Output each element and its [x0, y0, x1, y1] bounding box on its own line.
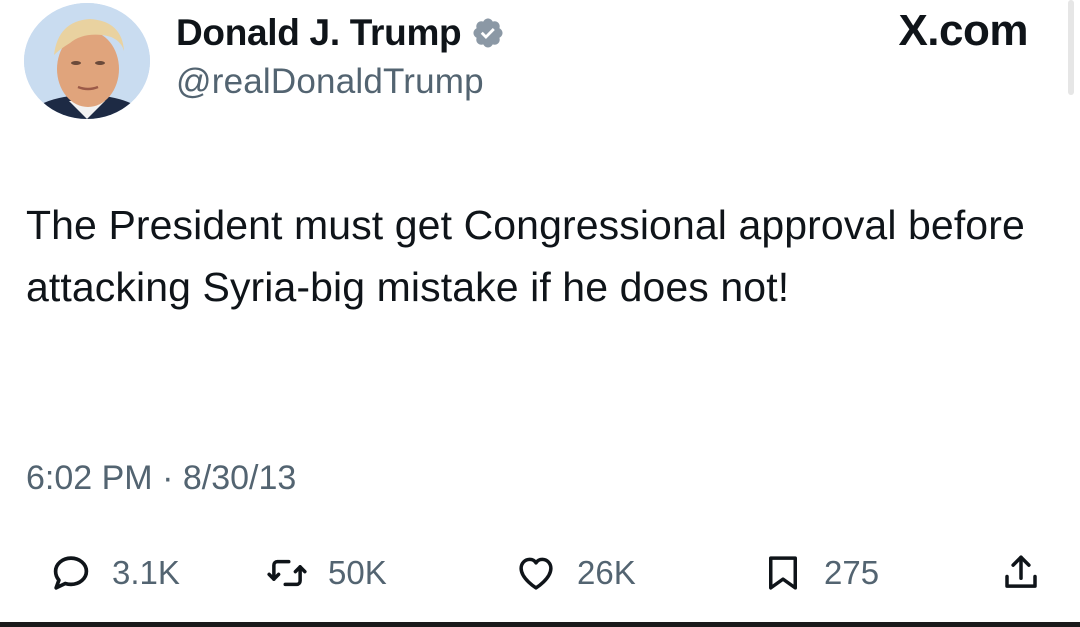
- heart-icon: [515, 552, 557, 594]
- tweet-date: 8/30/13: [182, 459, 297, 497]
- share-icon: [1000, 552, 1042, 594]
- bookmark-count: 275: [824, 554, 880, 591]
- tweet-time: 6:02 PM: [26, 459, 153, 497]
- bookmark-button[interactable]: 275: [762, 538, 879, 608]
- tweet-text: The President must get Congressional app…: [26, 202, 1025, 310]
- scrollbar[interactable]: [1068, 0, 1074, 95]
- meta-separator: ·: [162, 459, 174, 497]
- tweet-actions: 3.1K 50K 26K 275: [0, 538, 1080, 608]
- reply-icon: [50, 552, 92, 594]
- bookmark-icon: [762, 552, 804, 594]
- author-name-row: Donald J. Trump: [176, 8, 505, 58]
- like-count: 26K: [577, 554, 636, 591]
- author-handle[interactable]: @realDonaldTrump: [176, 62, 484, 102]
- tweet-timestamp[interactable]: 6:02 PM · 8/30/13: [26, 459, 296, 498]
- verified-badge-icon: [471, 16, 505, 50]
- avatar-photo: [24, 3, 150, 119]
- divider: [0, 622, 1080, 627]
- reply-count: 3.1K: [112, 554, 180, 591]
- repost-count: 50K: [328, 554, 387, 591]
- like-button[interactable]: 26K: [515, 538, 636, 608]
- reply-button[interactable]: 3.1K: [50, 538, 180, 608]
- author-display-name[interactable]: Donald J. Trump: [176, 12, 462, 54]
- brand-logo-text: X.com: [898, 6, 1028, 55]
- avatar[interactable]: [24, 3, 150, 119]
- repost-icon: [266, 552, 308, 594]
- share-button[interactable]: [1000, 538, 1042, 608]
- tweet-card: Donald J. Trump @realDonaldTrump X.com T…: [0, 0, 1080, 627]
- repost-button[interactable]: 50K: [266, 538, 387, 608]
